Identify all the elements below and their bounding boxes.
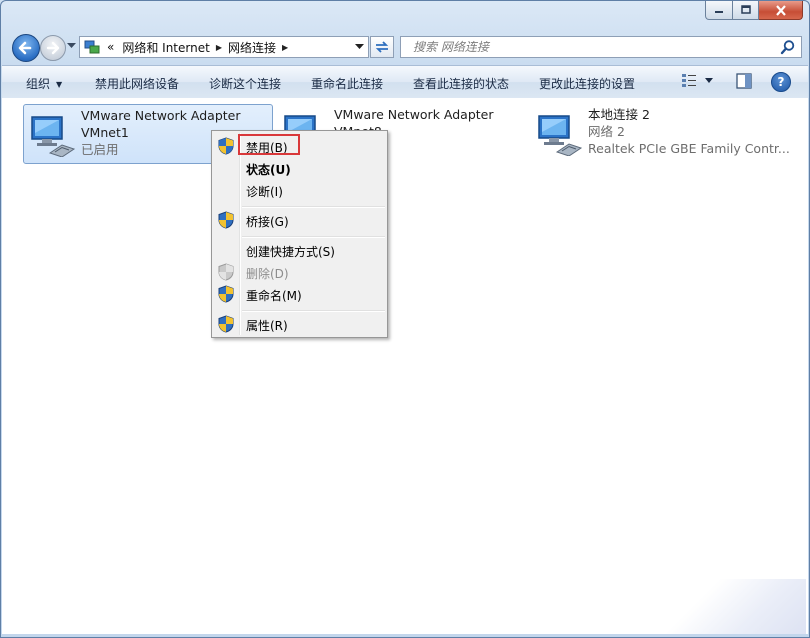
network-connections-icon <box>84 40 100 54</box>
address-dropdown-icon[interactable] <box>355 44 364 50</box>
organize-dropdown-icon: ▼ <box>56 80 63 89</box>
command-bar: 组织 ▼ 禁用此网络设备 诊断这个连接 重命名此连接 查看此连接的状态 更改此连接… <box>2 65 808 99</box>
refresh-icon <box>375 41 389 53</box>
menu-item-rename[interactable]: 重命名(M) <box>212 284 387 304</box>
view-status-button[interactable]: 查看此连接的状态 <box>413 75 509 92</box>
corner-overlay <box>626 579 806 634</box>
shield-icon <box>218 315 234 333</box>
organize-label: 组织 <box>26 77 51 91</box>
disable-device-button[interactable]: 禁用此网络设备 <box>95 75 179 92</box>
breadcrumb: « 网络和 Internet ▶ 网络连接 ▶ <box>101 39 294 56</box>
close-button[interactable] <box>759 1 803 20</box>
rename-connection-button[interactable]: 重命名此连接 <box>311 75 383 92</box>
menu-item-properties[interactable]: 属性(R) <box>212 314 387 334</box>
view-dropdown-icon <box>705 78 713 83</box>
back-button[interactable] <box>12 34 40 62</box>
menu-item-label: 状态(U) <box>246 163 291 177</box>
caption-buttons <box>705 1 803 20</box>
adapter-device: Realtek PCIe GBE Family Contr... <box>588 141 790 156</box>
minimize-icon <box>715 11 723 13</box>
search-box <box>400 36 802 58</box>
menu-item-bridge[interactable]: 桥接(G) <box>212 210 387 230</box>
search-icon[interactable] <box>780 39 796 55</box>
menu-separator <box>242 206 385 208</box>
address-bar[interactable]: « 网络和 Internet ▶ 网络连接 ▶ <box>79 36 369 58</box>
maximize-icon <box>740 5 751 14</box>
organize-menu[interactable]: 组织 ▼ <box>26 75 62 92</box>
breadcrumb-item-network-connections[interactable]: 网络连接 <box>228 39 276 56</box>
menu-item-diagnose[interactable]: 诊断(I) <box>212 180 387 200</box>
breadcrumb-overflow[interactable]: « <box>107 40 114 54</box>
shield-icon <box>218 285 234 303</box>
shield-icon <box>218 263 234 281</box>
shield-icon <box>218 137 234 155</box>
diagnose-connection-button[interactable]: 诊断这个连接 <box>209 75 281 92</box>
breadcrumb-item-network-internet[interactable]: 网络和 Internet <box>122 39 209 56</box>
menu-item-label: 诊断(I) <box>246 185 283 199</box>
network-adapter-icon <box>538 115 583 156</box>
menu-item-label: 桥接(G) <box>246 215 289 229</box>
recent-pages-dropdown-icon[interactable] <box>67 43 76 49</box>
preview-pane-button[interactable] <box>736 73 752 92</box>
menu-item-label: 创建快捷方式(S) <box>246 245 335 259</box>
menu-separator <box>242 310 385 312</box>
search-input[interactable] <box>411 38 780 56</box>
breadcrumb-chevron-icon[interactable]: ▶ <box>216 43 222 52</box>
breadcrumb-chevron-icon[interactable]: ▶ <box>282 43 288 52</box>
connections-list: VMware Network Adapter VMnet1 已启用 VMware… <box>2 98 808 634</box>
change-view-button[interactable] <box>681 73 713 88</box>
adapter-name: VMware Network Adapter <box>334 107 494 122</box>
menu-item-label: 重命名(M) <box>246 289 302 303</box>
shield-icon <box>218 211 234 229</box>
refresh-button[interactable] <box>370 36 394 58</box>
adapter-network: 网络 2 <box>588 124 625 139</box>
back-arrow-icon <box>18 41 32 55</box>
menu-item-create-shortcut[interactable]: 创建快捷方式(S) <box>212 240 387 260</box>
close-icon <box>775 4 786 16</box>
menu-item-delete: 删除(D) <box>212 262 387 282</box>
menu-item-label: 删除(D) <box>246 267 289 281</box>
help-button[interactable]: ? <box>771 72 791 92</box>
menu-item-status[interactable]: 状态(U) <box>212 158 387 178</box>
highlight-annotation <box>238 134 300 155</box>
adapter-name: VMware Network Adapter <box>81 108 241 123</box>
forward-button[interactable] <box>40 35 66 61</box>
maximize-button[interactable] <box>733 1 759 20</box>
menu-separator <box>242 236 385 238</box>
context-menu: 禁用(B) 状态(U) 诊断(I) 桥接(G) 创建快捷方式(S) 删除(D) <box>211 130 388 338</box>
preview-pane-icon <box>736 73 752 89</box>
view-details-icon <box>682 74 696 87</box>
adapter-name: 本地连接 2 <box>588 107 650 122</box>
menu-item-label: 属性(R) <box>246 319 288 333</box>
network-adapter-icon <box>31 116 76 157</box>
forward-arrow-icon <box>46 41 60 55</box>
minimize-button[interactable] <box>705 1 733 20</box>
adapter-info: 本地连接 2 网络 2 Realtek PCIe GBE Family Cont… <box>588 106 790 157</box>
adapter-local-connection-2[interactable]: 本地连接 2 网络 2 Realtek PCIe GBE Family Cont… <box>531 104 791 162</box>
explorer-window: « 网络和 Internet ▶ 网络连接 ▶ 组织 ▼ 禁用此网络设备 诊断这个… <box>0 0 810 638</box>
change-settings-button[interactable]: 更改此连接的设置 <box>539 75 635 92</box>
